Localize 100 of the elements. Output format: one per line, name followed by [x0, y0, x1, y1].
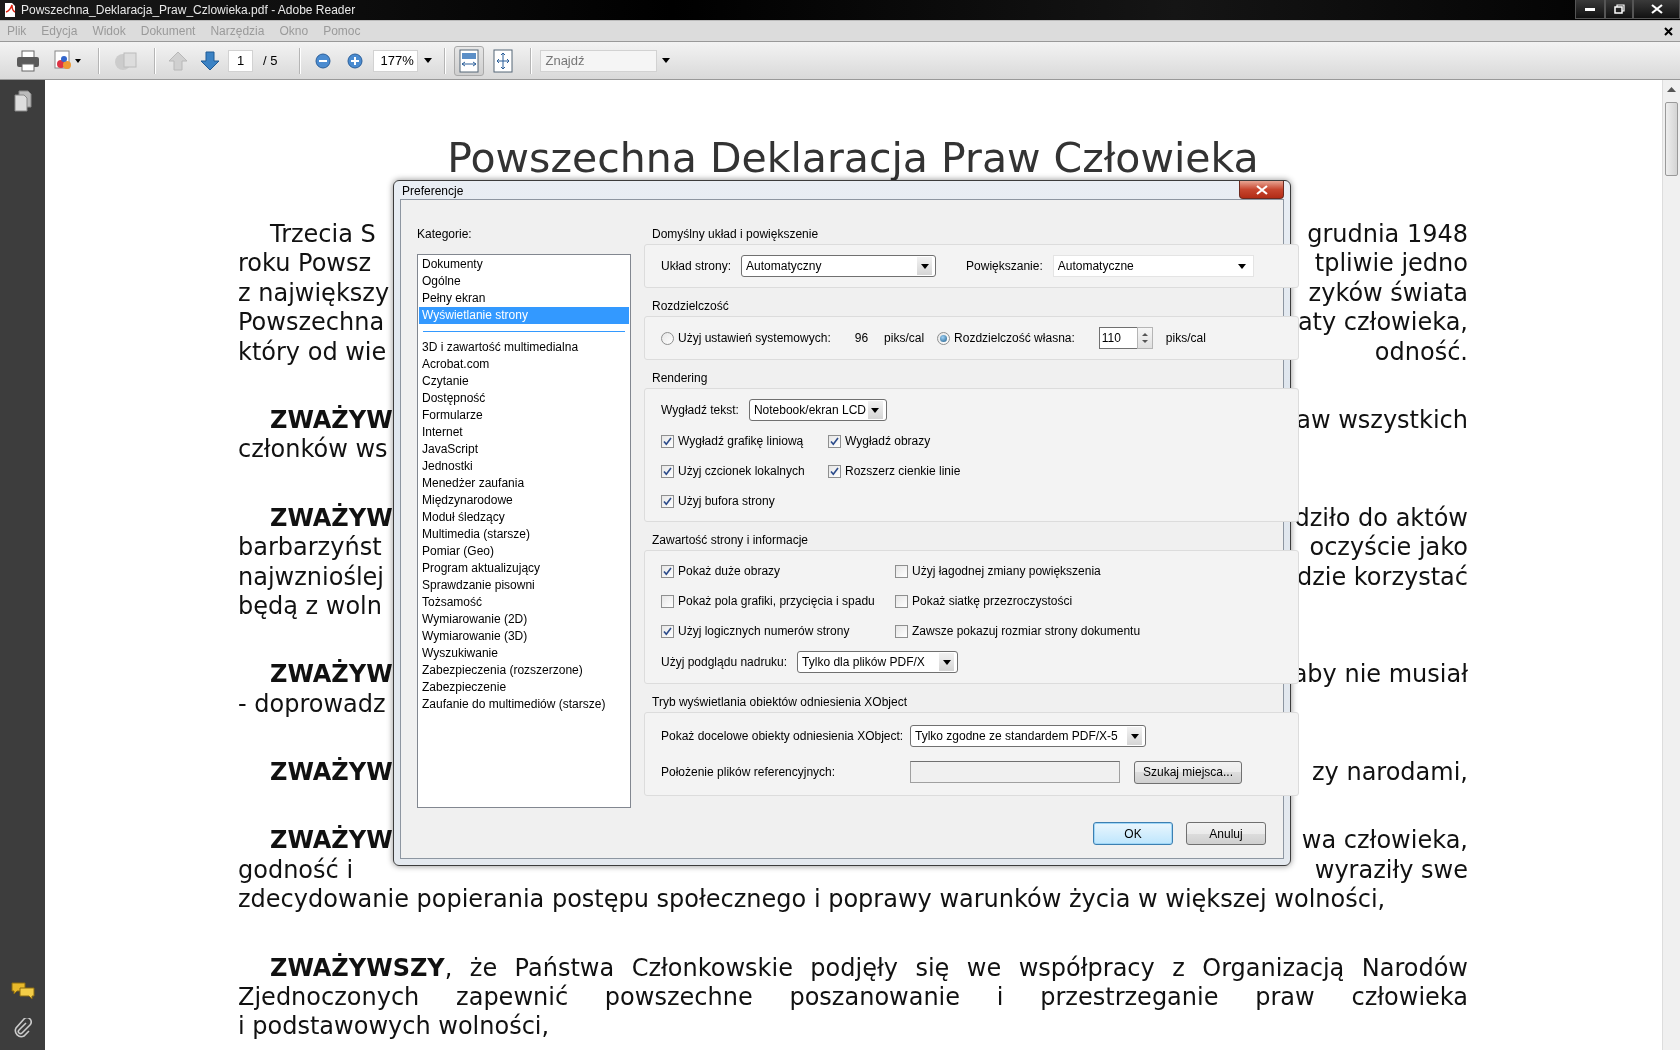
checkbox-label[interactable]: Rozszerz cienkie linie: [845, 464, 961, 478]
browse-button[interactable]: Szukaj miejsca...: [1134, 760, 1243, 784]
category-item[interactable]: Wymiarowanie (3D): [419, 628, 629, 645]
category-item[interactable]: Wyszukiwanie: [419, 645, 629, 662]
checkbox-label[interactable]: Użyj łagodnej zmiany powiększenia: [912, 564, 1101, 578]
category-item[interactable]: Międzynarodowe: [419, 492, 629, 509]
scroll-up-icon[interactable]: [1667, 86, 1676, 92]
caret-icon: [1130, 733, 1139, 739]
caret-icon: [942, 659, 951, 665]
dropdown[interactable]: Automatyczny: [741, 255, 937, 277]
close-icon: [1650, 4, 1663, 14]
category-item[interactable]: Czytanie: [419, 373, 629, 390]
document-title: Powszechna Deklaracja Praw Człowieka: [446, 133, 1260, 183]
plus-icon: [347, 52, 364, 69]
document-text: - doprowadz: [238, 689, 386, 720]
checkbox[interactable]: [828, 464, 841, 478]
checkbox[interactable]: [661, 434, 674, 448]
checkbox[interactable]: [661, 494, 674, 508]
caret-icon: [424, 58, 433, 63]
fit-width-button[interactable]: [454, 45, 485, 76]
category-item[interactable]: Dokumenty: [419, 256, 629, 273]
category-item[interactable]: 3D i zawartość multimedialna: [419, 339, 629, 356]
document-text: zdecydowanie popierania postępu społecznego i poprawy warunków życia w większej wolności,: [238, 885, 1386, 914]
search-field[interactable]: Znajdź: [540, 49, 658, 72]
document-text: Powszechna: [238, 308, 385, 338]
minimize-button[interactable]: [1575, 0, 1605, 19]
category-item[interactable]: Zabezpieczenie: [419, 679, 629, 696]
category-item[interactable]: Moduł śledzący: [419, 509, 629, 526]
document-text: ZWAŻYW: [270, 405, 393, 436]
category-item[interactable]: Internet: [419, 424, 629, 441]
categories-label: Kategorie:: [417, 226, 473, 242]
document-text: oczyście jako: [1309, 533, 1468, 563]
category-item[interactable]: Zaufanie do multimediów (starsze): [419, 696, 629, 713]
dropdown[interactable]: Notebook/ekran LCD: [748, 399, 887, 421]
category-item[interactable]: Acrobat.com: [419, 356, 629, 373]
checkbox-label[interactable]: Wygładź obrazy: [845, 434, 931, 448]
scroll-thumb[interactable]: [1665, 102, 1678, 176]
category-item[interactable]: Ogólne: [419, 273, 629, 290]
document-text: aw wszystkich: [1296, 405, 1468, 436]
section-title: Tryb wyświetlania obiektów odniesienia XObject: [651, 694, 908, 710]
category-item[interactable]: Pełny ekran: [419, 290, 629, 307]
zoom-field[interactable]: 177%: [373, 49, 419, 72]
category-item[interactable]: Dostępność: [419, 390, 629, 407]
category-item[interactable]: Formularze: [419, 407, 629, 424]
document-text: zyków świata: [1308, 278, 1468, 309]
checkbox-label[interactable]: Użyj bufora strony: [678, 494, 775, 508]
caret-icon: [920, 263, 929, 269]
input-field[interactable]: [910, 761, 1120, 783]
category-item[interactable]: Zabezpieczenia (rozszerzone): [419, 662, 629, 679]
ok-button[interactable]: OK: [1093, 822, 1173, 845]
radio-label[interactable]: Użyj ustawień systemowych:: [678, 331, 831, 345]
dropdown[interactable]: Tylko zgodne ze standardem PDF/X-5: [910, 725, 1146, 747]
checkbox-label[interactable]: Zawsze pokazuj rozmiar strony dokumentu: [912, 624, 1141, 638]
checkbox[interactable]: [828, 434, 841, 448]
document-text: ZWAŻYWSZY, że Państwa Członkowskie podjęły się we współpracy z Organizacją Narodów: [270, 953, 1468, 982]
cancel-button[interactable]: Anuluj: [1186, 822, 1266, 845]
close-button[interactable]: [1633, 0, 1680, 19]
document-text: godność i: [238, 855, 354, 886]
close-icon[interactable]: [1664, 26, 1673, 36]
radio-label[interactable]: Rozdzielczość własna:: [954, 331, 1075, 345]
radio-button[interactable]: [937, 331, 951, 345]
comments-button[interactable]: [8, 980, 37, 1002]
field-label: Układ strony:: [661, 259, 732, 273]
close-icon: [1255, 184, 1268, 195]
checkbox-label[interactable]: Użyj logicznych numerów strony: [678, 624, 850, 638]
caret-icon: [662, 58, 671, 63]
checkbox[interactable]: [895, 564, 908, 578]
checkbox-label[interactable]: Pokaż siatkę przezroczystości: [912, 594, 1073, 608]
page-number-field[interactable]: 1: [228, 49, 253, 72]
number-field[interactable]: 110: [1098, 327, 1137, 349]
document-text: grudnia 1948: [1307, 220, 1468, 250]
checkbox[interactable]: [661, 624, 674, 638]
category-item[interactable]: Program aktualizujący: [419, 560, 629, 577]
dropdown[interactable]: Automatyczne: [1052, 255, 1254, 277]
section-title: Domyślny układ i powiększenie: [651, 226, 820, 242]
document-text: ZWAŻYW: [270, 758, 393, 788]
category-item[interactable]: Menedżer zaufania: [419, 475, 629, 492]
checkbox-label[interactable]: Wygładź grafikę liniową: [678, 434, 804, 448]
checkbox-label[interactable]: Użyj czcionek lokalnych: [678, 464, 805, 478]
checkbox[interactable]: [661, 464, 674, 478]
category-item[interactable]: Tożsamość: [419, 594, 629, 611]
checkbox-label[interactable]: Pokaż pola grafiki, przycięcia i spadu: [678, 594, 875, 608]
category-item[interactable]: JavaScript: [419, 441, 629, 458]
document-text: Zjednoczonych zapewnić powszechne poszanowanie i przestrzeganie praw człowieka: [238, 983, 1468, 1012]
radio-button[interactable]: [661, 331, 674, 345]
checkbox[interactable]: [661, 594, 674, 608]
checkbox[interactable]: [895, 594, 908, 608]
scrollbar[interactable]: [1662, 80, 1680, 1050]
category-item[interactable]: Wymiarowanie (2D): [419, 611, 629, 628]
category-item[interactable]: Jednostki: [419, 458, 629, 475]
checkbox-label[interactable]: Pokaż duże obrazy: [678, 564, 781, 578]
category-item[interactable]: Multimedia (starsze): [419, 526, 629, 543]
pages-button[interactable]: [11, 88, 34, 114]
dropdown[interactable]: Tylko dla plików PDF/X: [797, 651, 959, 673]
category-item[interactable]: Pomiar (Geo): [419, 543, 629, 560]
category-item[interactable]: Sprawdzanie pisowni: [419, 577, 629, 594]
checkbox[interactable]: [661, 564, 674, 578]
close-button[interactable]: [1239, 181, 1284, 199]
checkbox[interactable]: [895, 624, 908, 638]
restore-button[interactable]: [1605, 0, 1633, 19]
